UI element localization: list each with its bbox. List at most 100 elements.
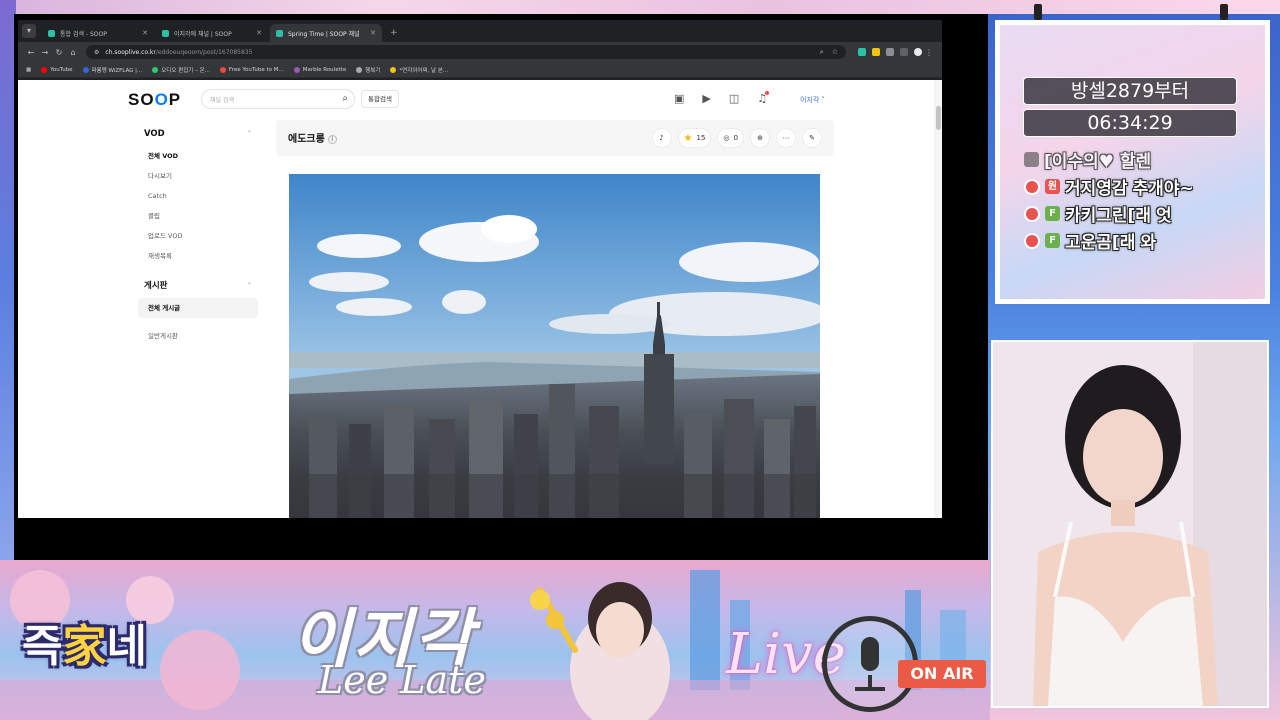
board-section-title: 게시판 [144,281,168,291]
close-tab-icon[interactable]: ✕ [142,29,148,37]
broadcast-camera-icon[interactable]: ◫ [729,92,739,105]
web-page: SOOP 채널 검색 ⌕ 통합검색 ▣ ▶ ◫ ♫ 이지각 ˅ VOD ⌃ 전체… [18,80,942,518]
total-search-button[interactable]: 통합검색 [361,90,399,108]
vod-section-header[interactable]: VOD ⌃ [138,126,258,146]
bookmark-youtube[interactable]: YouTube [41,66,73,73]
tab-channel[interactable]: 이지각에 채널 | SOOP ✕ [156,24,268,42]
back-icon[interactable]: ← [24,48,38,57]
bookmark-favicon-icon [293,66,300,73]
address-bar[interactable]: ⚙ ch.sooplive.co.kr /eddoeuqeoom/post/16… [86,45,846,59]
subscribe-button[interactable]: ◎ 0 [717,128,744,148]
soop-favicon-icon [276,29,283,37]
extension-icon[interactable] [872,48,880,56]
sidebar-item-catch[interactable]: Catch [138,186,258,206]
mascot-logo: 즉家네 [22,610,147,674]
sidebar-item-general-board[interactable]: 일반게시판 [138,326,258,346]
sidebar-item-replay[interactable]: 다시보기 [138,166,258,186]
youtube-icon [41,66,48,73]
overlay-top-strip [0,0,1280,14]
site-header: SOOP 채널 검색 ⌕ 통합검색 ▣ ▶ ◫ ♫ 이지각 ˅ [18,80,934,118]
on-air-badge: ON AIR [898,660,986,688]
tier-badge: 원 [1045,179,1060,194]
zoom-icon[interactable]: ⌕ [820,48,824,57]
site-info-icon[interactable]: ⚙ [94,49,99,56]
new-tab-icon[interactable]: + [390,28,398,38]
channel-sidebar: VOD ⌃ 전체 VOD 다시보기 Catch 클립 업로드 VOD 재생목록 … [138,126,258,346]
bookmark-wizflag[interactable]: 파룡맹 WiZFLAG |... [82,66,143,74]
notification-bell-icon[interactable]: ♫ [757,91,770,105]
soop-favicon-icon [48,29,55,37]
bookmark-haengbokgi[interactable]: 행복기 [356,66,380,74]
bookmark-misc[interactable]: *연지이어쩌, 날 본... [390,66,448,74]
reload-icon[interactable]: ↻ [52,48,66,57]
chevron-up-icon[interactable]: ⌃ [247,278,252,298]
header-icons: ▣ ▶ ◫ ♫ [674,91,770,105]
bookmark-youtube-to-mp3[interactable]: Free YouTube to M... [219,66,284,73]
info-icon[interactable]: i [327,134,337,144]
browser-window: ▾ 통합 검색 - SOOP ✕ 이지각에 채널 | SOOP ✕ Spring… [18,20,942,518]
media-icon[interactable] [900,48,908,56]
bookmark-label: 파룡맹 WiZFLAG |... [91,67,143,74]
tab-label: 이지각에 채널 | SOOP [174,30,232,38]
tab-spring-time[interactable]: Spring Time | SOOP 채널 ✕ [270,24,382,42]
close-tab-icon[interactable]: ✕ [256,29,262,37]
sidebar-item-all-posts[interactable]: 전체 게시글 [138,298,258,318]
home-icon[interactable]: ⌂ [66,48,80,57]
apps-grid-icon[interactable]: ▦ [26,67,31,73]
stream-info-panel: 방셀2879부터 06:34:29 [이수의♥ 할렌 원 거지영감 추개야~ F… [995,20,1270,304]
sidebar-item-upload-vod[interactable]: 업로드 VOD [138,226,258,246]
forward-icon[interactable]: → [38,48,52,57]
webcam-feed [991,340,1269,708]
sidebar-item-all-vod[interactable]: 전체 VOD [138,146,258,166]
search-icon[interactable]: ⌕ [342,93,348,104]
channel-search-input[interactable]: 채널 검색 ⌕ [201,89,355,109]
user-menu[interactable]: 이지각 ˅ [800,95,825,105]
mascot-logo-part: 家 [62,621,107,672]
bookmark-label: 오디오 편집기 – 온... [161,67,210,74]
close-tab-icon[interactable]: ✕ [370,29,376,37]
chevron-up-icon[interactable]: ⌃ [247,126,252,146]
fan-badge-icon [1024,232,1040,249]
subscribe-icon: ◎ [723,134,730,142]
tier-badge: F [1045,206,1060,221]
sidebar-item-playlist[interactable]: 재생목록 [138,246,258,266]
fan-badge-icon [1024,205,1040,222]
city-skyline-image [289,174,820,518]
page-scrollbar[interactable] [934,80,942,518]
bookmark-favicon-icon [356,66,363,73]
write-button[interactable]: ✎ [802,128,822,148]
vod-icon[interactable]: ▶ [702,92,710,105]
board-section-header[interactable]: 게시판 ⌃ [138,278,258,298]
soop-favicon-icon [162,29,169,37]
extensions-puzzle-icon[interactable] [886,48,894,56]
broadcast-timer: 06:34:29 [1023,109,1237,137]
bookmark-audio-editor[interactable]: 오디오 편집기 – 온... [152,66,210,74]
milestone-pill: 방셀2879부터 [1023,77,1237,105]
bookmark-favicon-icon [152,66,159,73]
share-button[interactable]: ⊕ [750,128,770,148]
bookmark-label: *연지이어쩌, 날 본... [399,67,449,74]
more-options-button[interactable]: ⋯ [776,128,796,148]
subscribe-count: 0 [733,134,738,142]
chat-message: F 고운곰[래 와 [1024,228,1156,253]
star-icon: ★ [683,132,693,144]
vod-section-title: VOD [144,129,165,139]
more-menu-icon[interactable]: ⋮ [922,48,936,57]
tab-search-icon[interactable]: ▾ [22,24,36,38]
history-icon[interactable]: ▣ [674,92,684,105]
extension-icon[interactable] [858,48,866,56]
notification-button[interactable]: ♪ [651,128,672,148]
soop-logo[interactable]: SOOP [128,90,181,110]
tier-badge: F [1045,233,1060,248]
profile-avatar-icon[interactable] [914,48,922,56]
logo-suffix: P [168,90,182,109]
logo-prefix: SO [128,90,155,109]
bookmark-marble-roulette[interactable]: Marble Roulette [293,66,346,73]
sidebar-item-clip[interactable]: 클립 [138,206,258,226]
favorite-button[interactable]: ★ 15 [677,128,712,148]
share-icon: ⊕ [757,134,763,142]
tab-integrated-search[interactable]: 통합 검색 - SOOP ✕ [42,24,154,42]
scrollbar-thumb[interactable] [936,106,941,130]
bookmark-star-icon[interactable]: ☆ [832,48,838,57]
more-icon: ⋯ [782,134,790,142]
